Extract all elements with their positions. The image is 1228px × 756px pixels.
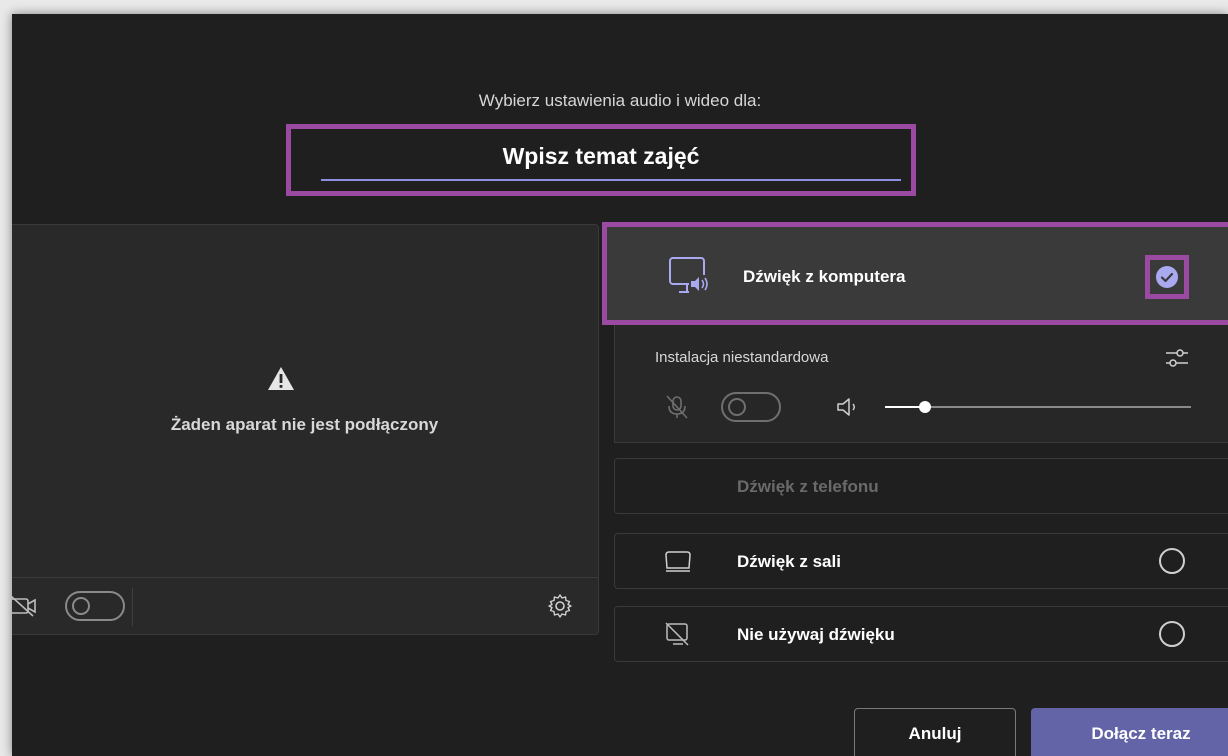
meeting-title-highlight: Wpisz temat zajęć bbox=[286, 124, 916, 196]
option-computer-audio[interactable]: Dźwięk z komputera bbox=[602, 222, 1228, 325]
volume-slider[interactable] bbox=[885, 401, 1191, 413]
no-audio-icon bbox=[665, 622, 689, 646]
mic-toggle-knob bbox=[728, 398, 746, 416]
toolbar-divider bbox=[132, 588, 133, 626]
volume-thumb[interactable] bbox=[918, 401, 931, 413]
mic-toggle[interactable] bbox=[721, 392, 781, 422]
camera-off-icon bbox=[12, 595, 36, 617]
pre-join-dialog: Wybierz ustawienia audio i wideo dla: Wp… bbox=[12, 14, 1228, 756]
sliders-icon[interactable] bbox=[1163, 345, 1191, 371]
phone-audio-label: Dźwięk z telefonu bbox=[737, 477, 879, 496]
warning-icon bbox=[268, 367, 294, 390]
no-audio-radio[interactable] bbox=[1159, 621, 1185, 647]
screen-backdrop: Wybierz ustawienia audio i wideo dla: Wp… bbox=[0, 0, 1228, 756]
room-audio-label: Dźwięk z sali bbox=[737, 552, 841, 571]
selected-check-highlight bbox=[1145, 255, 1189, 299]
option-room-audio[interactable]: Dźwięk z sali bbox=[614, 533, 1228, 589]
video-toolbar bbox=[12, 577, 598, 634]
custom-setup-panel: Instalacja niestandardowa bbox=[614, 325, 1228, 443]
meeting-title-input[interactable]: Wpisz temat zajęć bbox=[291, 143, 911, 170]
option-no-audio[interactable]: Nie używaj dźwięku bbox=[614, 606, 1228, 662]
join-now-button[interactable]: Dołącz teraz bbox=[1031, 708, 1228, 756]
computer-audio-label: Dźwięk z komputera bbox=[743, 267, 906, 286]
mic-off-icon bbox=[666, 395, 688, 419]
no-camera-message: Żaden aparat nie jest podłączony bbox=[170, 415, 439, 434]
speaker-icon bbox=[837, 398, 855, 416]
computer-audio-icon bbox=[669, 257, 709, 293]
room-speaker-icon bbox=[665, 551, 691, 572]
room-audio-radio[interactable] bbox=[1159, 548, 1185, 574]
camera-toggle[interactable] bbox=[65, 591, 125, 621]
gear-icon[interactable] bbox=[547, 593, 573, 619]
custom-setup-label: Instalacja niestandardowa bbox=[655, 349, 829, 366]
check-icon bbox=[1156, 266, 1178, 288]
video-preview-panel: Żaden aparat nie jest podłączony bbox=[12, 224, 599, 635]
cancel-button[interactable]: Anuluj bbox=[854, 708, 1016, 756]
camera-toggle-knob bbox=[72, 597, 90, 615]
settings-subtitle: Wybierz ustawienia audio i wideo dla: bbox=[478, 91, 762, 110]
option-phone-audio[interactable]: Dźwięk z telefonu bbox=[614, 458, 1228, 514]
no-audio-label: Nie używaj dźwięku bbox=[737, 625, 895, 644]
title-underline bbox=[321, 179, 901, 181]
